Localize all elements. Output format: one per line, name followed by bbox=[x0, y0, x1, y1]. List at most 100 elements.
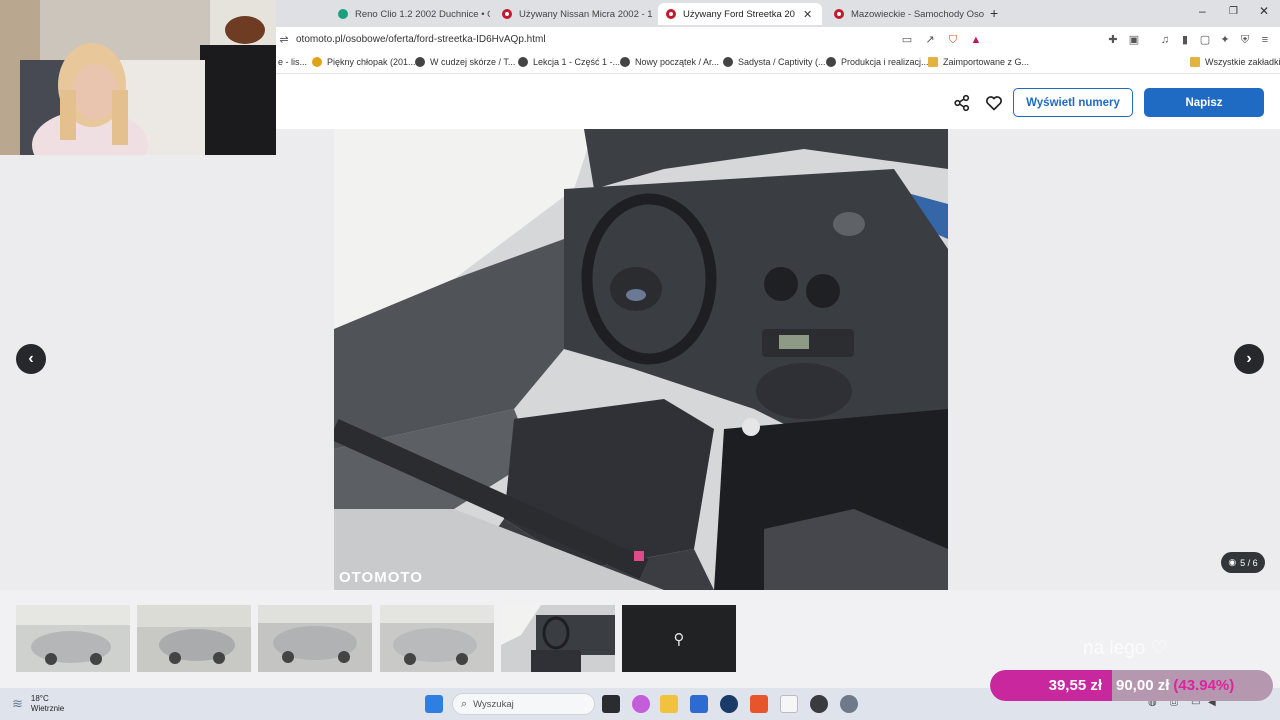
thumbnail-image bbox=[380, 605, 494, 672]
otomoto-icon bbox=[666, 9, 676, 19]
thumbnail-6[interactable]: ⚲ bbox=[622, 605, 736, 672]
thumbnail-2[interactable] bbox=[137, 605, 251, 672]
notepad-icon[interactable] bbox=[780, 695, 798, 713]
brave-shields-icon[interactable]: ⛉ bbox=[947, 34, 959, 46]
otomoto-watermark: OTOMOTO bbox=[339, 569, 423, 586]
vpn-icon[interactable]: ⛨ bbox=[1239, 34, 1251, 46]
photo-counter-label: 5 / 6 bbox=[1240, 557, 1258, 568]
weather-label: Wietrznie bbox=[30, 704, 65, 713]
thumbnail-image bbox=[501, 605, 615, 672]
tab-otomoto-mazowieckie[interactable]: Mazowieckie - Samochody Osobowe bbox=[826, 3, 984, 25]
restore-icon[interactable]: ❐ bbox=[1229, 6, 1238, 17]
camera-icon: ◉ bbox=[1228, 557, 1237, 567]
bookmark-label: e - lis... bbox=[278, 57, 308, 67]
page-icon bbox=[826, 57, 836, 67]
thumbnail-4[interactable] bbox=[380, 605, 494, 672]
wind-icon: ≋ bbox=[12, 696, 23, 711]
taskbar-search[interactable]: ⌕ Wyszukaj bbox=[452, 693, 595, 715]
main-photo[interactable]: OTOMOTO bbox=[334, 129, 948, 590]
bookmark-label: Zaimportowane z G... bbox=[943, 57, 1030, 67]
donation-current-amount: 39,55 zł bbox=[990, 670, 1112, 701]
minimize-icon[interactable]: – bbox=[1199, 4, 1206, 18]
thumbnail-3[interactable] bbox=[258, 605, 372, 672]
bookmark-folder-all[interactable]: Wszystkie zakładki bbox=[1190, 57, 1280, 67]
brave-browser-icon[interactable] bbox=[750, 695, 768, 713]
thumbnail-image bbox=[16, 605, 130, 672]
new-tab-icon[interactable]: + bbox=[990, 5, 998, 21]
donation-goal: 90,00 zł (43.94%) bbox=[1112, 670, 1273, 701]
settings-gear-icon[interactable] bbox=[840, 695, 858, 713]
share-icon[interactable] bbox=[953, 94, 971, 112]
url-field[interactable]: otomoto.pl/osobowe/oferta/ford-streetka-… bbox=[296, 34, 546, 45]
media-icon[interactable]: ♫ bbox=[1159, 34, 1171, 46]
wallet-icon[interactable]: ▢ bbox=[1199, 34, 1211, 46]
temperature-label: 18°C bbox=[30, 694, 49, 703]
bookmark-item[interactable]: Nowy początek / Ar... bbox=[620, 57, 719, 67]
donation-percent: (43.94%) bbox=[1173, 677, 1235, 694]
otomoto-icon bbox=[834, 9, 844, 19]
bookmark-item[interactable]: Lekcja 1 - Część 1 -... bbox=[518, 57, 620, 67]
favorite-heart-icon[interactable] bbox=[985, 94, 1003, 112]
photo-counter: ◉ 5 / 6 bbox=[1221, 552, 1265, 573]
folder-icon bbox=[928, 57, 938, 67]
tab-otomoto-nissan[interactable]: Używany Nissan Micra 2002 - 1 900 bbox=[494, 3, 654, 25]
thumbnail-5[interactable] bbox=[501, 605, 615, 672]
folder-icon bbox=[1190, 57, 1200, 67]
screenshot-icon[interactable]: ▣ bbox=[1128, 34, 1140, 46]
webcam-image bbox=[0, 0, 276, 155]
store-icon[interactable] bbox=[690, 695, 708, 713]
bookmark-item[interactable]: Piękny chłopak (201... bbox=[312, 57, 416, 67]
steam-icon[interactable] bbox=[720, 695, 738, 713]
close-window-icon[interactable]: ✕ bbox=[1259, 4, 1269, 18]
tab-otomoto-ford[interactable]: Używany Ford Streetka 2003 - 2 ✕ bbox=[658, 3, 822, 25]
photo-gallery: OTOMOTO ‹ › ◉ 5 / 6 bbox=[0, 129, 1280, 590]
task-view-icon[interactable] bbox=[602, 695, 620, 713]
bookmark-item[interactable]: Sadysta / Captivity (... bbox=[723, 57, 826, 67]
weather-widget[interactable]: ≋ 18°C Wietrznie bbox=[12, 694, 64, 714]
install-app-icon[interactable]: ▭ bbox=[901, 34, 913, 46]
search-icon: ⌕ bbox=[461, 697, 468, 710]
brave-rewards-icon[interactable]: ▲ bbox=[970, 34, 982, 46]
bookmark-item[interactable]: Produkcja i realizacj... bbox=[826, 57, 929, 67]
leo-ai-icon[interactable]: ✦ bbox=[1219, 34, 1231, 46]
page-icon bbox=[415, 57, 425, 67]
extensions-icon[interactable]: ✚ bbox=[1107, 34, 1119, 46]
bookmark-folder[interactable]: Zaimportowane z G... bbox=[928, 57, 1029, 67]
previous-photo-button[interactable]: ‹ bbox=[16, 344, 46, 374]
face-icon bbox=[312, 57, 322, 67]
share-page-icon[interactable]: ↗ bbox=[924, 34, 936, 46]
olx-icon bbox=[338, 9, 348, 19]
wand-icon: ⚲ bbox=[673, 630, 685, 648]
file-explorer-icon[interactable] bbox=[660, 695, 678, 713]
obs-icon[interactable] bbox=[810, 695, 828, 713]
thumbnail-image bbox=[137, 605, 251, 672]
thumbnail-1[interactable] bbox=[16, 605, 130, 672]
nalego-label: na lego bbox=[1083, 638, 1146, 659]
bookmark-label: Lekcja 1 - Część 1 -... bbox=[533, 57, 621, 67]
windows-start-icon[interactable] bbox=[425, 695, 443, 713]
tab-olx-reno[interactable]: Reno Clio 1.2 2002 Duchnice • OLX.pl bbox=[330, 3, 490, 25]
bookmark-label: Produkcja i realizacj... bbox=[841, 57, 929, 67]
close-tab-icon[interactable]: ✕ bbox=[803, 8, 812, 21]
bookmark-item[interactable]: W cudzej skórze / T... bbox=[415, 57, 515, 67]
show-numbers-button[interactable]: Wyświetl numery bbox=[1013, 88, 1133, 117]
sidebar-icon[interactable]: ▮ bbox=[1179, 34, 1191, 46]
webcam-overlay bbox=[0, 0, 276, 155]
write-message-button[interactable]: Napisz bbox=[1144, 88, 1264, 117]
chevron-left-icon: ‹ bbox=[28, 350, 34, 367]
donation-goal-bar: 39,55 zł 90,00 zł (43.94%) bbox=[990, 670, 1273, 701]
bookmark-item[interactable]: e - lis... bbox=[278, 57, 307, 67]
bookmark-label: W cudzej skórze / T... bbox=[430, 57, 516, 67]
donation-target-amount: 90,00 zł bbox=[1116, 677, 1170, 694]
bookmark-label: Piękny chłopak (201... bbox=[327, 57, 416, 67]
page-icon bbox=[518, 57, 528, 67]
site-info-icon[interactable]: ⇌ bbox=[278, 34, 290, 46]
otomoto-icon bbox=[502, 9, 512, 19]
next-photo-button[interactable]: › bbox=[1234, 344, 1264, 374]
page-icon bbox=[723, 57, 733, 67]
menu-icon[interactable]: ≡ bbox=[1259, 34, 1271, 46]
chevron-right-icon: › bbox=[1246, 350, 1252, 367]
copilot-icon[interactable] bbox=[632, 695, 650, 713]
heart-outline-icon: ♡ bbox=[1150, 638, 1168, 659]
bookmark-label: Sadysta / Captivity (... bbox=[738, 57, 826, 67]
